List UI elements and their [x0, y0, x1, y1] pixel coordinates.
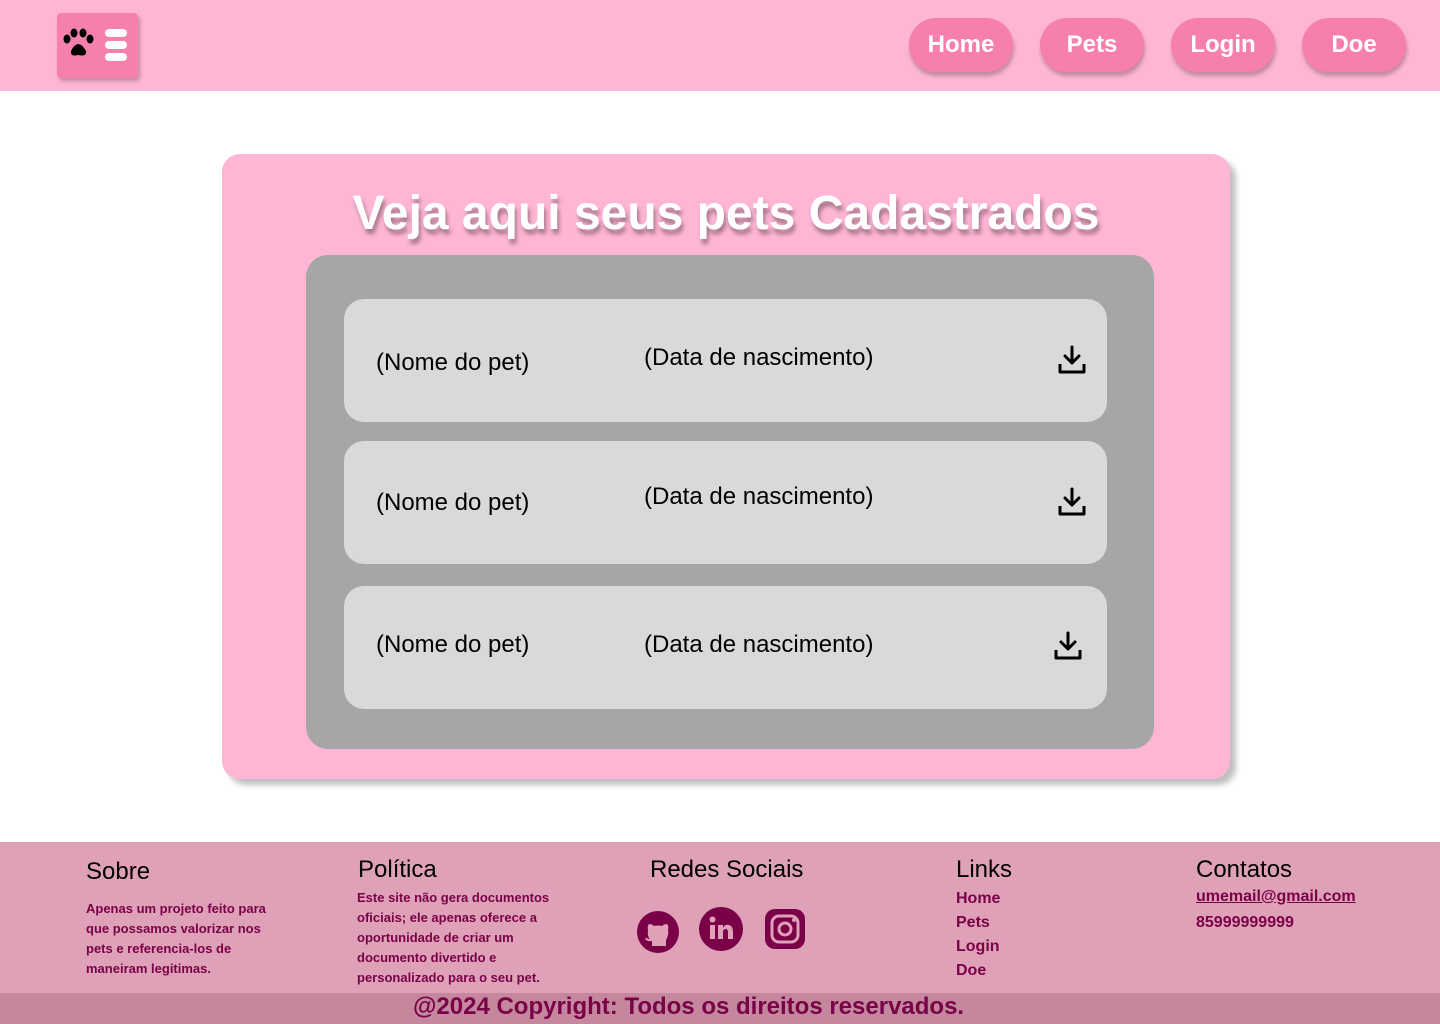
pet-birth-date: (Data de nascimento) — [644, 631, 874, 658]
copyright-text: @2024 Copyright: Todos os direitos reser… — [413, 993, 965, 1020]
github-icon[interactable] — [636, 910, 680, 954]
copyright-bar: @2024 Copyright: Todos os direitos reser… — [0, 993, 1440, 1024]
footer-link-pets[interactable]: Pets — [956, 914, 990, 932]
nav-home-button[interactable]: Home — [909, 18, 1013, 72]
footer-contatos-title: Contatos — [1196, 856, 1293, 883]
instagram-icon[interactable] — [763, 907, 807, 951]
pet-name: (Nome do pet) — [376, 489, 530, 516]
pet-birth-date: (Data de nascimento) — [644, 344, 874, 371]
footer-link-doe[interactable]: Doe — [956, 962, 986, 980]
download-icon[interactable] — [1057, 487, 1087, 517]
linkedin-icon[interactable] — [699, 907, 743, 951]
footer-link-login[interactable]: Login — [956, 938, 1000, 956]
pet-row: (Nome do pet) (Data de nascimento) — [344, 586, 1107, 709]
logo[interactable] — [57, 13, 138, 78]
footer-redes-title: Redes Sociais — [650, 856, 804, 883]
page-title: Veja aqui seus pets Cadastrados — [352, 187, 1100, 240]
footer-sobre-text: Apenas um projeto feito para que possamo… — [86, 901, 266, 976]
download-icon[interactable] — [1057, 345, 1087, 375]
pet-row: (Nome do pet) (Data de nascimento) — [344, 441, 1107, 564]
header: Home Pets Login Doe — [0, 0, 1440, 91]
nav-doe-button[interactable]: Doe — [1302, 18, 1406, 72]
footer-links-title: Links — [956, 856, 1013, 883]
nav-pets-button[interactable]: Pets — [1040, 18, 1144, 72]
pet-birth-date: (Data de nascimento) — [644, 483, 874, 510]
footer-link-home[interactable]: Home — [956, 890, 1000, 908]
pet-name: (Nome do pet) — [376, 631, 530, 658]
footer-politica-title: Política — [358, 856, 437, 883]
contact-email-link[interactable]: umemail@gmail.com — [1196, 888, 1356, 906]
nav-login-button[interactable]: Login — [1171, 18, 1275, 72]
contact-phone: 85999999999 — [1196, 914, 1294, 931]
pet-row: (Nome do pet) (Data de nascimento) — [344, 299, 1107, 422]
pet-name: (Nome do pet) — [376, 349, 530, 376]
footer-sobre-title: Sobre — [86, 858, 151, 885]
paw-menu-icon — [63, 28, 127, 61]
footer-politica-text: Este site não gera documentos oficiais; … — [357, 890, 550, 985]
download-icon[interactable] — [1053, 631, 1083, 661]
